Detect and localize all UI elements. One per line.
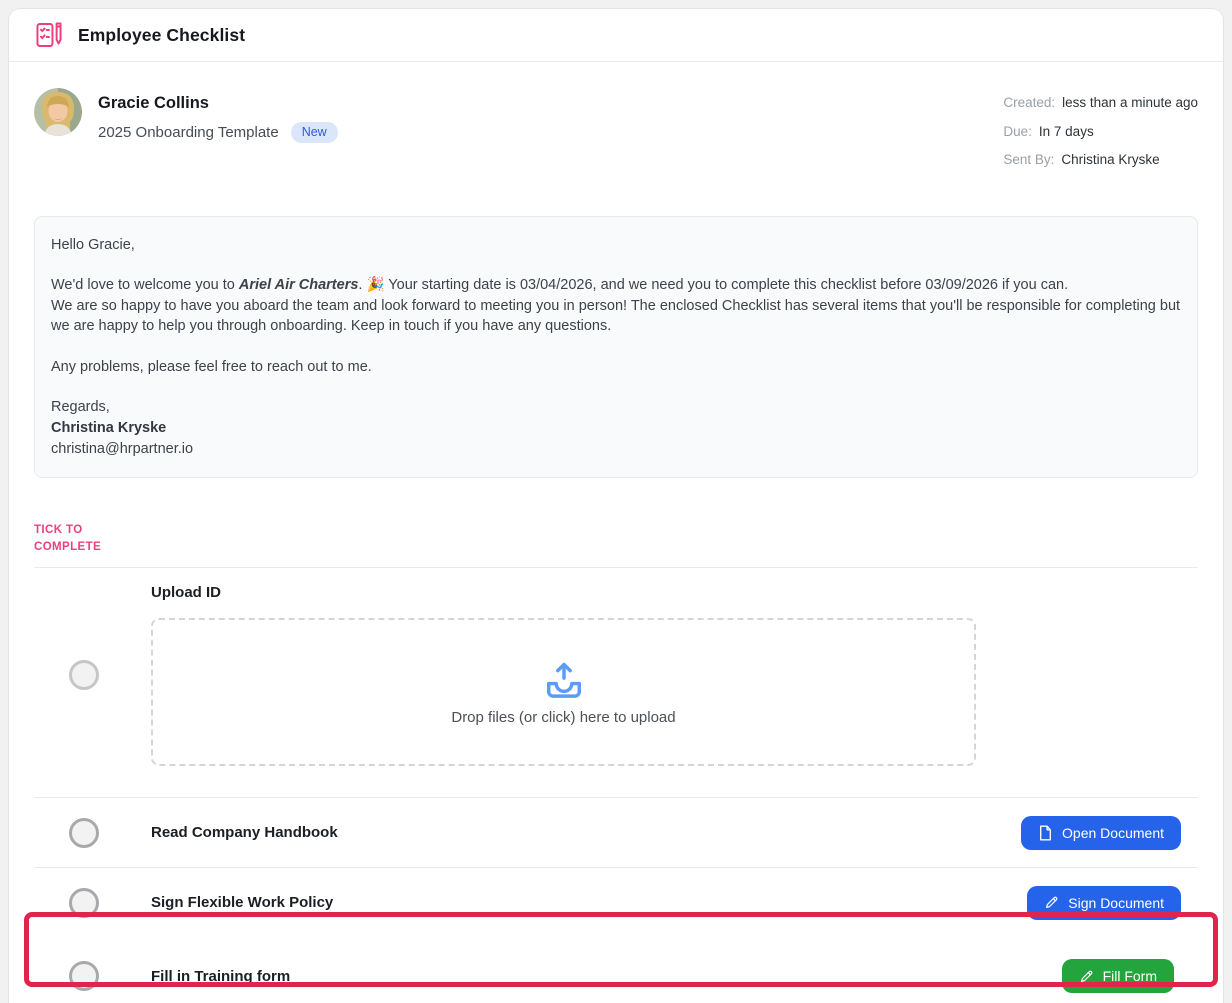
button-label: Sign Document (1068, 894, 1164, 911)
message-paragraph-2: Any problems, please feel free to reach … (51, 358, 372, 375)
created-value: less than a minute ago (1062, 95, 1198, 110)
checklist-row-upload-id: Upload ID Drop files (or click) here to … (34, 567, 1198, 797)
tick-to-complete-header: TICK TO COMPLETE (34, 524, 102, 553)
pencil-icon (1079, 969, 1094, 984)
complete-toggle[interactable] (69, 660, 99, 691)
document-icon (1038, 825, 1053, 841)
message-text: We'd love to welcome you to (51, 277, 239, 294)
open-document-button[interactable]: Open Document (1021, 815, 1181, 850)
closing-text: Regards, (51, 399, 110, 416)
dropzone-label: Drop files (or click) here to upload (451, 708, 676, 726)
page-title: Employee Checklist (78, 24, 246, 45)
item-title: Read Company Handbook (151, 824, 338, 842)
template-name: 2025 Onboarding Template (98, 123, 279, 141)
employee-name: Gracie Collins (98, 94, 209, 112)
checklist-row-sign-policy: Sign Flexible Work Policy Sign Document (34, 867, 1198, 937)
complete-toggle[interactable] (69, 961, 99, 992)
message-closing: Regards, Christina Kryske christina@hrpa… (51, 397, 1181, 459)
item-title: Fill in Training form (151, 967, 291, 985)
company-name: Ariel Air Charters (238, 277, 359, 294)
app-header: Employee Checklist (9, 9, 1223, 62)
sent-by-label: Sent By: (1003, 152, 1055, 167)
created-label: Created: (1003, 95, 1056, 110)
sender-email: christina@hrpartner.io (51, 440, 194, 457)
message-text: . 🎉 Your starting date is 03/04/2026, an… (358, 277, 1069, 294)
upload-tray-icon (542, 659, 586, 699)
checklist-row-fill-training-form: Fill in Training form Fill Form (34, 937, 1198, 1003)
due-value: In 7 days (1038, 123, 1094, 139)
avatar (34, 88, 82, 136)
profile-bar: Gracie Collins 2025 Onboarding Template … (9, 62, 1223, 182)
checklist-row-read-handbook: Read Company Handbook Open Document (34, 797, 1198, 867)
pencil-icon (1044, 895, 1059, 910)
message-greeting: Hello Gracie, (51, 236, 135, 253)
sent-by-value: Christina Kryske (1061, 152, 1160, 167)
fill-form-button[interactable]: Fill Form (1061, 959, 1174, 994)
item-title: Sign Flexible Work Policy (151, 894, 334, 912)
welcome-message: Hello Gracie, We'd love to welcome you t… (34, 215, 1198, 479)
employee-checklist-card: Employee Checklist Gracie Collins 2025 O… (8, 8, 1224, 1003)
message-paragraph-1: We'd love to welcome you to Ariel Air Ch… (51, 275, 1181, 337)
button-label: Open Document (1062, 824, 1164, 841)
message-text: We are so happy to have you aboard the t… (51, 297, 1181, 335)
checklist: Upload ID Drop files (or click) here to … (34, 567, 1198, 1003)
status-badge: New (290, 122, 338, 143)
meta-panel: Created: less than a minute ago Due: In … (1003, 96, 1198, 182)
button-label: Fill Form (1102, 968, 1157, 985)
checklist-pen-icon (34, 20, 64, 50)
sign-document-button[interactable]: Sign Document (1027, 885, 1181, 920)
due-label: Due: (1003, 123, 1032, 139)
file-dropzone[interactable]: Drop files (or click) here to upload (151, 618, 976, 767)
sender-name: Christina Kryske (51, 419, 167, 436)
complete-toggle[interactable] (69, 817, 99, 848)
item-title: Upload ID (151, 584, 221, 602)
complete-toggle[interactable] (69, 887, 99, 918)
